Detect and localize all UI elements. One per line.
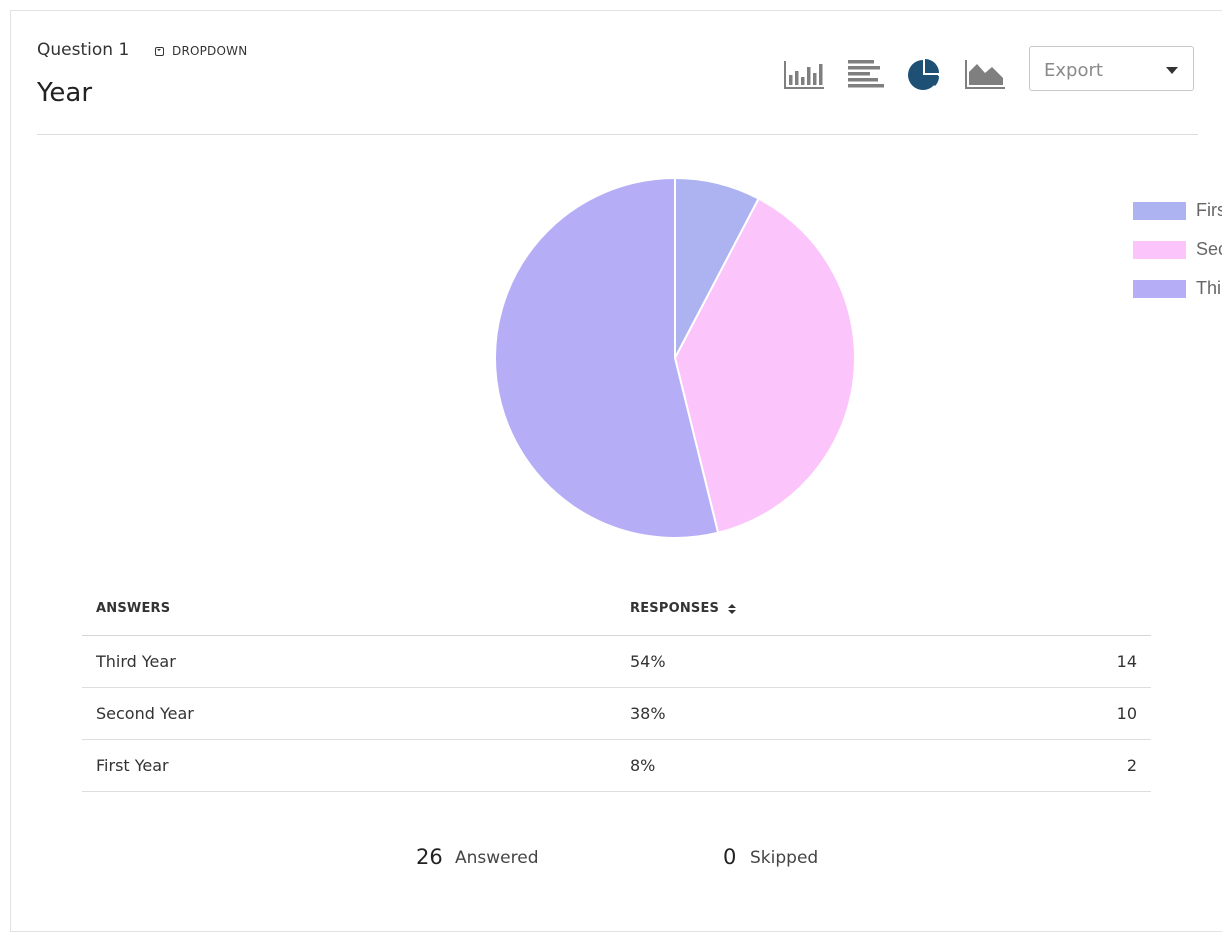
table-row: First Year 8% 2 xyxy=(82,740,1151,792)
legend-label: Second Year xyxy=(1196,239,1222,259)
answered-label: Answered xyxy=(455,848,539,868)
legend-swatch xyxy=(1133,279,1186,298)
answers-column-header: ANSWERS xyxy=(96,601,171,616)
question-title: Year xyxy=(37,78,93,108)
legend-swatch xyxy=(1133,240,1186,259)
table-header: ANSWERS RESPONSES xyxy=(82,583,1151,636)
export-dropdown[interactable]: Export xyxy=(1029,46,1194,91)
dropdown-icon xyxy=(155,46,164,56)
pie-chart-button[interactable] xyxy=(904,58,944,90)
legend-label: Third Year xyxy=(1196,278,1222,298)
area-chart-icon xyxy=(965,60,1005,89)
horizontal-bar-chart-button[interactable] xyxy=(846,58,886,90)
vertical-bar-chart-icon xyxy=(784,61,824,89)
horizontal-bar-chart-icon xyxy=(848,60,884,88)
question-number: Question 1 xyxy=(37,40,130,60)
question-type: DROPDOWN xyxy=(155,44,247,58)
answer-text: Second Year xyxy=(96,704,194,723)
response-count: 10 xyxy=(1116,704,1137,723)
answers-table: ANSWERS RESPONSES Third Year 54% 14 Seco… xyxy=(82,583,1151,792)
legend-item[interactable]: Second Year xyxy=(1133,230,1222,269)
responses-header-label: RESPONSES xyxy=(630,601,720,616)
response-count: 14 xyxy=(1116,652,1137,671)
table-row: Second Year 38% 10 xyxy=(82,688,1151,740)
table-row: Third Year 54% 14 xyxy=(82,636,1151,688)
response-percent: 38% xyxy=(630,704,666,723)
answer-text: Third Year xyxy=(96,652,176,671)
area-chart-button[interactable] xyxy=(965,58,1005,90)
answer-text: First Year xyxy=(96,756,169,775)
legend-label: First Year xyxy=(1196,200,1222,220)
header-divider xyxy=(37,134,1198,135)
export-label: Export xyxy=(1044,60,1103,81)
response-percent: 8% xyxy=(630,756,656,775)
response-count: 2 xyxy=(1126,756,1137,775)
responses-column-header[interactable]: RESPONSES xyxy=(630,601,737,616)
chart-legend: First Year Second Year Third Year xyxy=(1133,191,1222,308)
response-percent: 54% xyxy=(630,652,666,671)
legend-swatch xyxy=(1133,201,1186,220)
sort-icon[interactable] xyxy=(728,603,737,614)
question-type-label: DROPDOWN xyxy=(172,44,248,58)
answered-count: 26 xyxy=(416,845,443,869)
legend-item[interactable]: First Year xyxy=(1133,191,1222,230)
vertical-bar-chart-button[interactable] xyxy=(784,58,824,90)
pie-chart xyxy=(494,176,856,539)
skipped-count: 0 xyxy=(723,845,737,869)
skipped-label: Skipped xyxy=(750,848,819,868)
caret-down-icon xyxy=(1166,67,1178,74)
pie-chart-icon xyxy=(908,59,940,90)
legend-item[interactable]: Third Year xyxy=(1133,269,1222,308)
